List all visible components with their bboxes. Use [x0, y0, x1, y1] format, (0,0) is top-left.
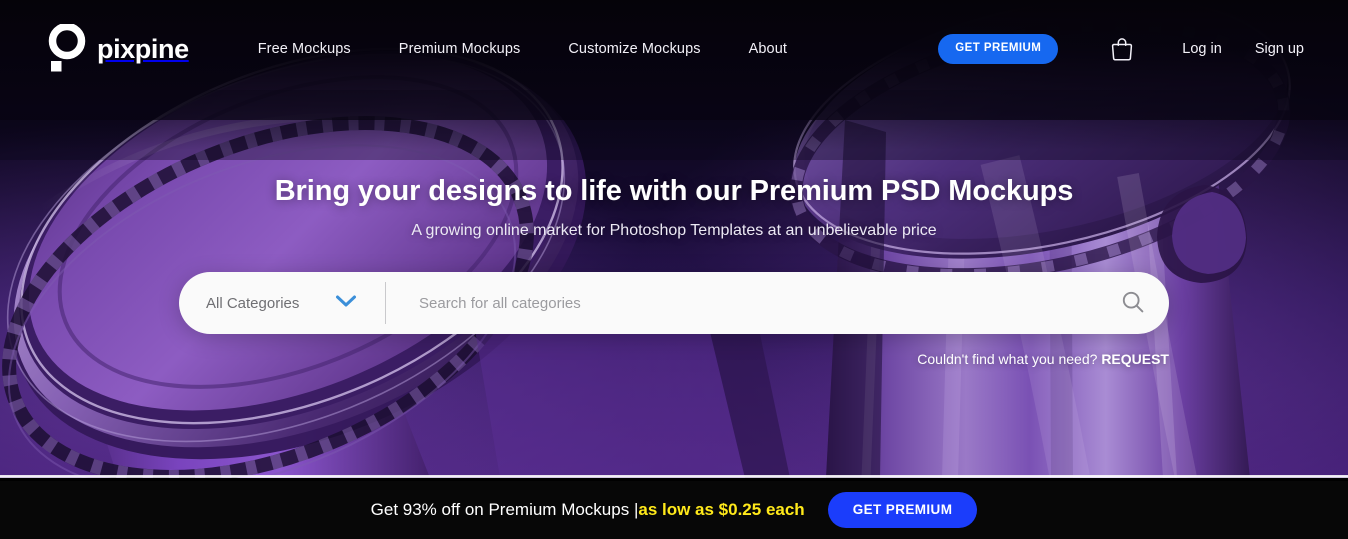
login-link[interactable]: Log in [1182, 41, 1222, 57]
request-row: Couldn't find what you need? REQUEST [179, 351, 1169, 367]
nav-item-free-mockups[interactable]: Free Mockups [234, 35, 375, 63]
search-bar: All Categories [179, 272, 1169, 335]
promo-banner: Get 93% off on Premium Mockups | as low … [0, 481, 1348, 539]
nav-item-customize-mockups[interactable]: Customize Mockups [544, 35, 724, 63]
request-link[interactable]: REQUEST [1101, 351, 1169, 367]
category-select-value: All Categories [206, 294, 300, 312]
brand-name: pixpine [97, 33, 189, 64]
signup-link[interactable]: Sign up [1255, 41, 1304, 57]
main-navigation: Free Mockups Premium Mockups Customize M… [234, 35, 811, 63]
shopping-bag-icon[interactable] [1110, 36, 1134, 62]
search-icon [1120, 289, 1146, 318]
nav-item-premium-mockups[interactable]: Premium Mockups [375, 35, 545, 63]
category-select[interactable]: All Categories [179, 272, 385, 334]
site-header: pixpine Free Mockups Premium Mockups Cus… [0, 0, 1348, 98]
request-prompt-text: Couldn't find what you need? [917, 351, 1102, 368]
get-premium-promo-button[interactable]: GET PREMIUM [827, 492, 978, 528]
nav-item-about[interactable]: About [725, 35, 811, 63]
get-premium-header-button[interactable]: GET PREMIUM [938, 34, 1059, 64]
search-submit-button[interactable] [1105, 272, 1169, 334]
brand-logo-link[interactable]: pixpine [48, 24, 189, 74]
chevron-down-icon [335, 294, 357, 313]
search-input[interactable] [386, 272, 1105, 335]
promo-highlight-text: as low as $0.25 each [638, 500, 805, 519]
page-subtitle: A growing online market for Photoshop Te… [411, 222, 937, 240]
page-title: Bring your designs to life with our Prem… [274, 175, 1074, 207]
ring-logo-icon [48, 24, 86, 74]
promo-text: Get 93% off on Premium Mockups | [370, 500, 639, 519]
page-root: pixpine Free Mockups Premium Mockups Cus… [0, 0, 1348, 539]
header-actions: GET PREMIUM Log in Sign up [938, 34, 1304, 64]
